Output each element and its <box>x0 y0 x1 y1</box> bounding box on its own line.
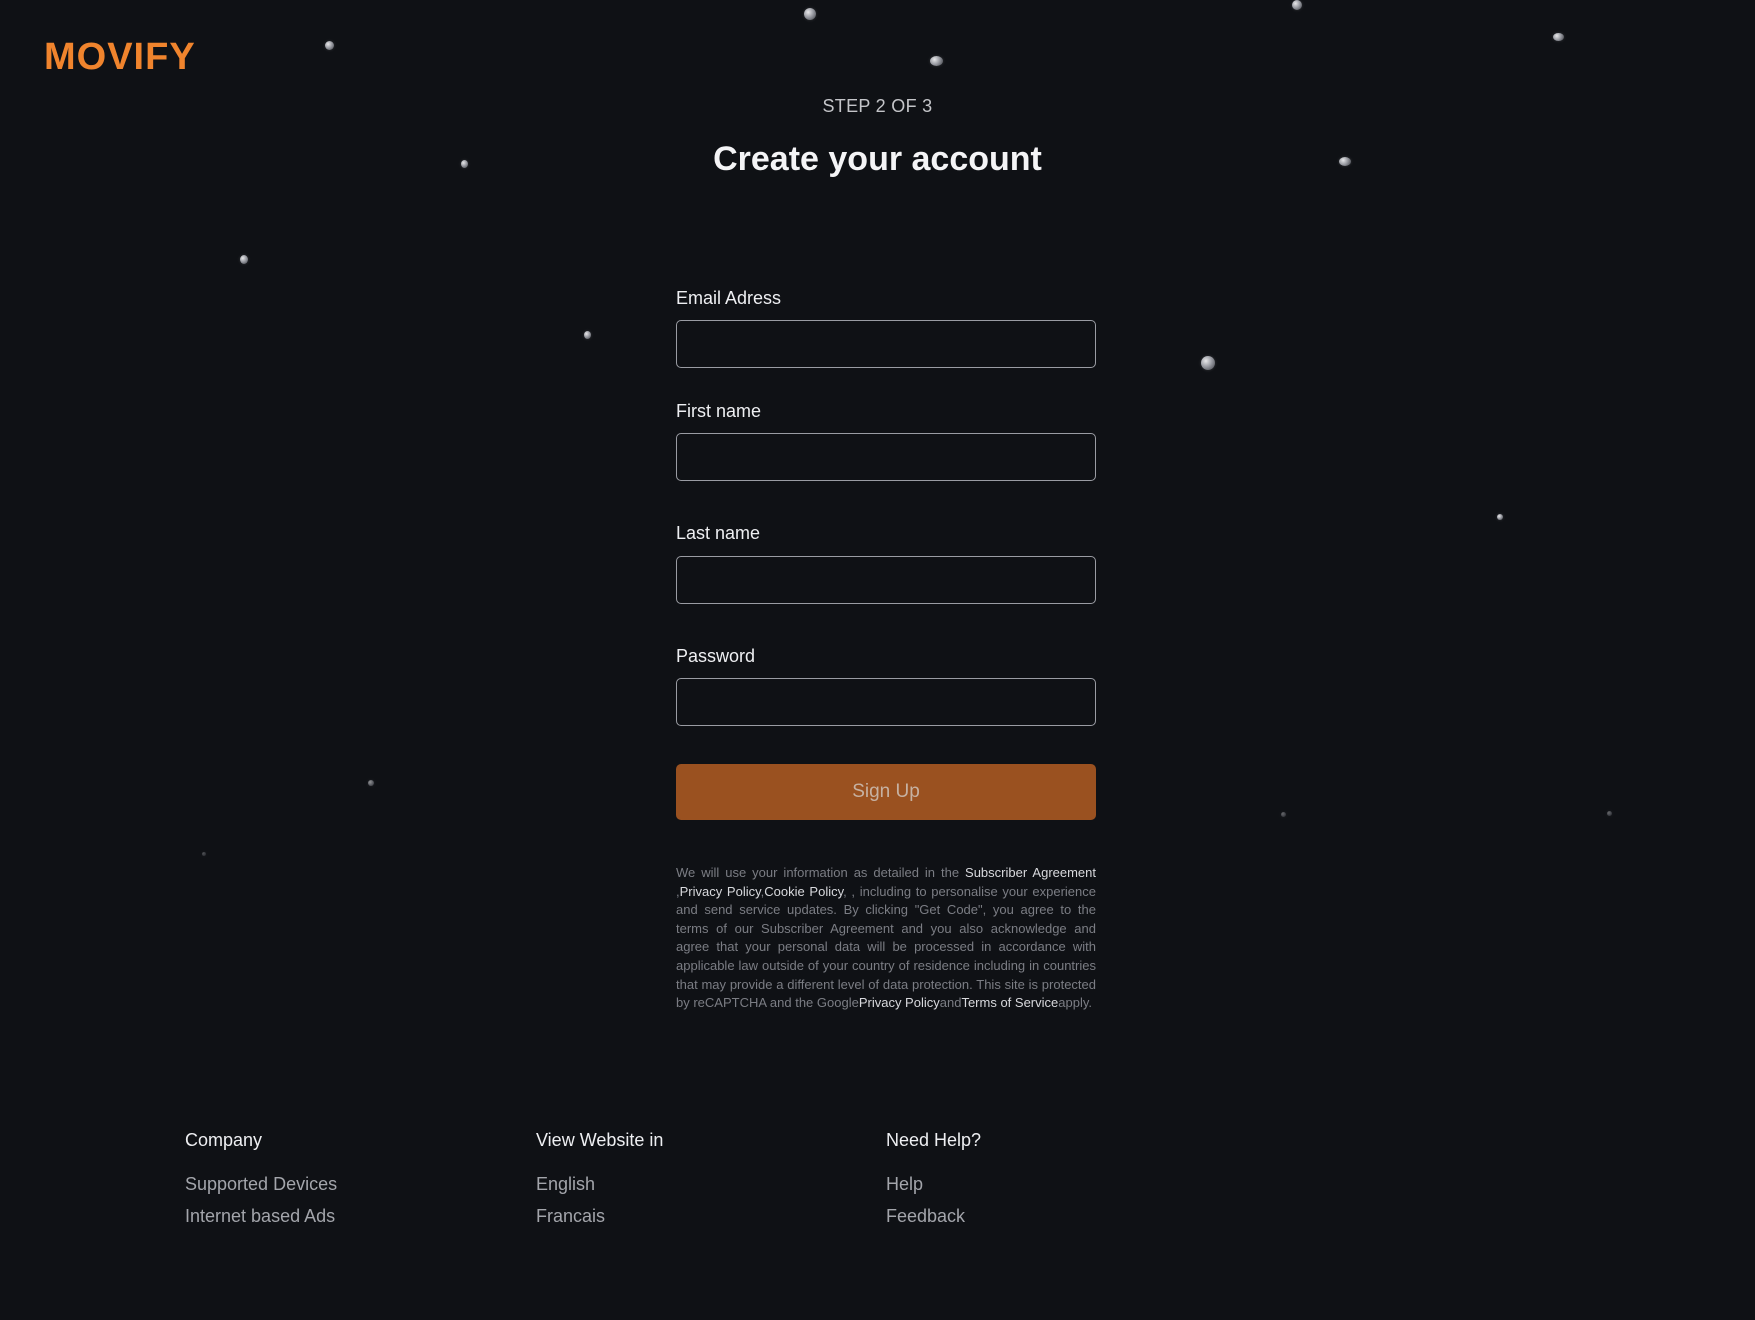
email-field[interactable] <box>676 320 1096 368</box>
star-particle-icon <box>1553 33 1564 41</box>
footer-help-heading: Need Help? <box>886 1130 982 1150</box>
feedback-link[interactable]: Feedback <box>886 1205 981 1227</box>
footer-language-column: View Website in English Francais <box>536 1130 663 1237</box>
legal-disclaimer: We will use your information as detailed… <box>676 864 1096 1013</box>
first-name-label: First name <box>676 401 762 421</box>
star-particle-icon <box>240 255 248 264</box>
footer-company-heading: Company <box>185 1130 263 1150</box>
star-particle-icon <box>1497 514 1503 520</box>
last-name-field[interactable] <box>676 556 1096 604</box>
legal-body: , , including to personalise your experi… <box>676 883 1096 1011</box>
privacy-policy-link[interactable]: Privacy Policy <box>680 884 761 899</box>
star-particle-icon <box>584 331 591 339</box>
legal-apply: apply. <box>1058 995 1092 1011</box>
star-particle-icon <box>1607 811 1612 816</box>
first-name-field[interactable] <box>676 433 1096 481</box>
star-particle-icon <box>1281 812 1286 817</box>
star-particle-icon <box>804 8 816 20</box>
internet-based-ads-link[interactable]: Internet based Ads <box>185 1205 337 1227</box>
star-particle-icon <box>930 56 943 66</box>
star-particle-icon <box>1292 0 1302 10</box>
sign-up-button[interactable]: Sign Up <box>676 764 1096 820</box>
cookie-policy-link[interactable]: Cookie Policy <box>764 884 843 899</box>
step-indicator: STEP 2 OF 3 <box>822 96 933 116</box>
language-francais-link[interactable]: Francais <box>536 1205 663 1227</box>
supported-devices-link[interactable]: Supported Devices <box>185 1173 337 1195</box>
footer-help-column: Need Help? Help Feedback <box>886 1130 981 1237</box>
star-particle-icon <box>368 780 374 786</box>
footer-language-heading: View Website in <box>536 1130 664 1150</box>
brand-logo[interactable]: MOVIFY <box>44 36 196 79</box>
google-privacy-policy-link[interactable]: Privacy Policy <box>859 995 940 1010</box>
email-label: Email Adress <box>676 288 782 308</box>
password-label: Password <box>676 646 756 666</box>
legal-and: and <box>939 995 962 1011</box>
terms-of-service-link[interactable]: Terms of Service <box>961 995 1058 1010</box>
password-field[interactable] <box>676 678 1096 726</box>
subscriber-agreement-link[interactable]: Subscriber Agreement <box>965 865 1096 880</box>
footer-company-column: Company Supported Devices Internet based… <box>185 1130 337 1237</box>
star-particle-icon <box>325 41 334 50</box>
last-name-label: Last name <box>676 523 761 543</box>
legal-intro: We will use your information as detailed… <box>676 865 966 880</box>
page-title: Create your account <box>713 140 1042 178</box>
help-link[interactable]: Help <box>886 1173 981 1195</box>
star-particle-icon <box>202 852 206 856</box>
star-particle-icon <box>1201 356 1215 370</box>
language-english-link[interactable]: English <box>536 1173 663 1195</box>
